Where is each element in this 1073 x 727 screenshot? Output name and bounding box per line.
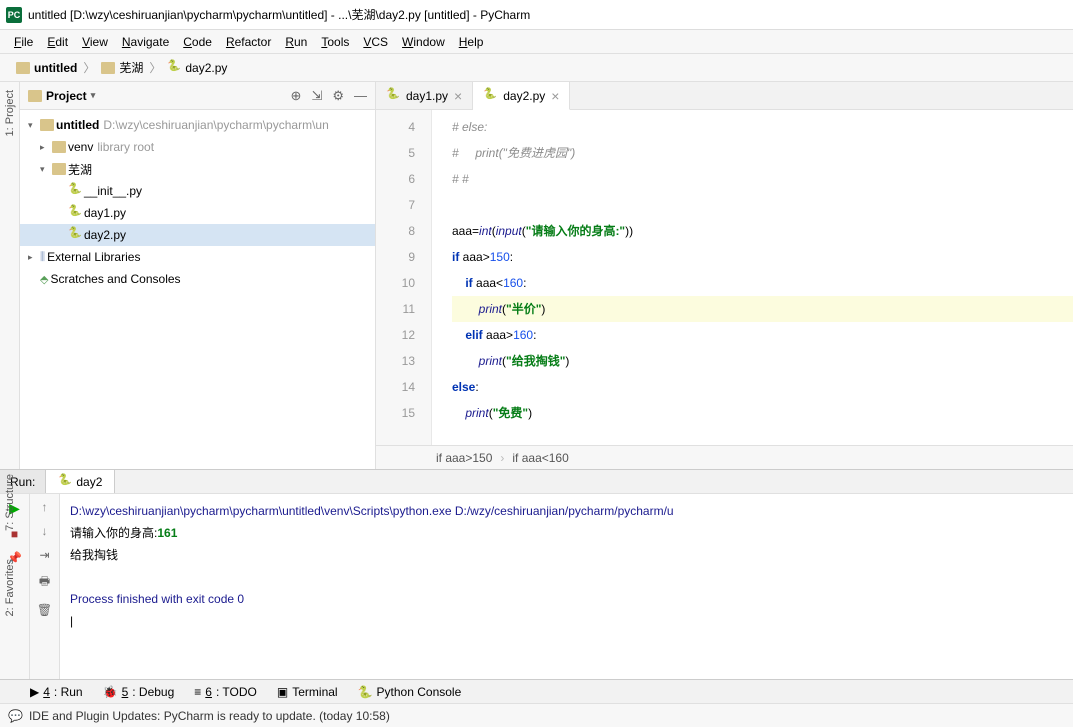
target-icon[interactable]: ⊕ bbox=[291, 88, 302, 104]
nav-breadcrumb: untitled〉芜湖〉day2.py bbox=[0, 54, 1073, 82]
run-toolbar-2: ↑ ↓ ⇥ 🖶 🗑 bbox=[30, 494, 60, 679]
gear-icon[interactable]: ⚙ bbox=[332, 88, 344, 104]
console-prompt: 请输入你的身高: bbox=[70, 526, 157, 540]
collapse-icon[interactable]: ⇲ bbox=[311, 88, 322, 104]
menu-refactor[interactable]: Refactor bbox=[220, 33, 277, 51]
bottom-tool-tabs: ▶ 4: Run 🐞 5: Debug ≡ 6: TODO ▣ Terminal 🐍 P… bbox=[0, 679, 1073, 703]
code-area[interactable]: # else:# print("免费进虎园")# # aaa=int(input… bbox=[432, 110, 1073, 445]
hide-icon[interactable]: — bbox=[354, 88, 367, 104]
code-editor[interactable]: 456789101112131415 # else:# print("免费进虎园… bbox=[376, 110, 1073, 445]
console-output[interactable]: D:\wzy\ceshiruanjian\pycharm\pycharm\unt… bbox=[60, 494, 1073, 679]
python-icon bbox=[58, 475, 72, 489]
statusbar: 💬 IDE and Plugin Updates: PyCharm is rea… bbox=[0, 703, 1073, 727]
project-folder-icon bbox=[28, 90, 42, 102]
left-tool-rail: 1: Project bbox=[0, 82, 20, 469]
menubar: FileEditViewNavigateCodeRefactorRunTools… bbox=[0, 30, 1073, 54]
bottom-tab-todo[interactable]: ≡ 6: TODO bbox=[194, 685, 257, 699]
editor-tabs: day1.py×day2.py× bbox=[376, 82, 1073, 110]
dropdown-icon[interactable]: ▾ bbox=[91, 90, 96, 101]
tab-day1.py[interactable]: day1.py× bbox=[376, 82, 473, 109]
bottom-tab-python-console[interactable]: 🐍 Python Console bbox=[358, 685, 462, 699]
rail-favorites[interactable]: 2: Favorites bbox=[4, 555, 16, 620]
console-exit: Process finished with exit code 0 bbox=[70, 588, 1063, 610]
tree-item-7[interactable]: ⬘Scratches and Consoles bbox=[20, 268, 375, 290]
rail-structure[interactable]: 7: Structure bbox=[4, 470, 16, 535]
menu-code[interactable]: Code bbox=[177, 33, 218, 51]
run-tab-label: day2 bbox=[76, 475, 102, 489]
menu-file[interactable]: File bbox=[8, 33, 39, 51]
titlebar: PC untitled [D:\wzy\ceshiruanjian\pychar… bbox=[0, 0, 1073, 30]
tab-day2.py[interactable]: day2.py× bbox=[473, 82, 570, 110]
pycharm-logo-icon: PC bbox=[6, 7, 22, 23]
tree-item-5[interactable]: day2.py bbox=[20, 224, 375, 246]
run-tab[interactable]: day2 bbox=[46, 470, 115, 493]
print-icon[interactable]: 🖶 bbox=[39, 572, 50, 593]
line-gutter: 456789101112131415 bbox=[376, 110, 432, 445]
up-icon[interactable]: ↑ bbox=[42, 500, 48, 514]
menu-edit[interactable]: Edit bbox=[41, 33, 74, 51]
wrap-icon[interactable]: ⇥ bbox=[39, 548, 49, 562]
console-cmd: D:\wzy\ceshiruanjian\pycharm\pycharm\unt… bbox=[70, 504, 674, 518]
console-input: 161 bbox=[157, 526, 177, 540]
tab-close-icon[interactable]: × bbox=[551, 88, 559, 104]
tree-item-4[interactable]: day1.py bbox=[20, 202, 375, 224]
tab-close-icon[interactable]: × bbox=[454, 88, 462, 104]
menu-window[interactable]: Window bbox=[396, 33, 451, 51]
menu-help[interactable]: Help bbox=[453, 33, 490, 51]
menu-tools[interactable]: Tools bbox=[315, 33, 355, 51]
crumb-1[interactable]: 芜湖 bbox=[97, 57, 147, 78]
context-1[interactable]: if aaa<160 bbox=[512, 451, 568, 465]
bottom-tab-terminal[interactable]: ▣ Terminal bbox=[277, 685, 338, 699]
balloon-icon[interactable]: 💬 bbox=[8, 709, 23, 723]
tree-item-1[interactable]: ▸venvlibrary root bbox=[20, 136, 375, 158]
status-text: IDE and Plugin Updates: PyCharm is ready… bbox=[29, 709, 390, 723]
menu-vcs[interactable]: VCS bbox=[357, 33, 394, 51]
project-tree[interactable]: ▾untitledD:\wzy\ceshiruanjian\pycharm\py… bbox=[20, 110, 375, 469]
menu-navigate[interactable]: Navigate bbox=[116, 33, 175, 51]
tree-item-2[interactable]: ▾芜湖 bbox=[20, 158, 375, 180]
trash-icon[interactable]: 🗑 bbox=[37, 603, 52, 617]
run-panel: Run: day2 ▶ ■ 📌 ↑ ↓ ⇥ 🖶 🗑 D:\wzy\ceshiru… bbox=[0, 469, 1073, 679]
tree-item-0[interactable]: ▾untitledD:\wzy\ceshiruanjian\pycharm\py… bbox=[20, 114, 375, 136]
bottom-tab-debug[interactable]: 🐞 5: Debug bbox=[103, 685, 175, 699]
window-title: untitled [D:\wzy\ceshiruanjian\pycharm\p… bbox=[28, 6, 530, 23]
tree-item-6[interactable]: ▸⫼External Libraries bbox=[20, 246, 375, 268]
rail-project[interactable]: 1: Project bbox=[4, 86, 16, 140]
editor-context-bar: if aaa>150 › if aaa<160 bbox=[376, 445, 1073, 469]
menu-view[interactable]: View bbox=[76, 33, 114, 51]
down-icon[interactable]: ↓ bbox=[42, 524, 48, 538]
crumb-0[interactable]: untitled bbox=[12, 59, 81, 77]
bottom-tab-run[interactable]: ▶ 4: Run bbox=[30, 685, 83, 699]
crumb-2[interactable]: day2.py bbox=[163, 59, 231, 77]
project-panel: Project ▾ ⊕ ⇲ ⚙ — ▾untitledD:\wzy\ceshir… bbox=[20, 82, 376, 469]
tree-item-3[interactable]: __init__.py bbox=[20, 180, 375, 202]
menu-run[interactable]: Run bbox=[279, 33, 313, 51]
project-panel-title: Project bbox=[46, 89, 87, 103]
console-result: 给我掏钱 bbox=[70, 544, 1063, 566]
context-0[interactable]: if aaa>150 bbox=[436, 451, 492, 465]
